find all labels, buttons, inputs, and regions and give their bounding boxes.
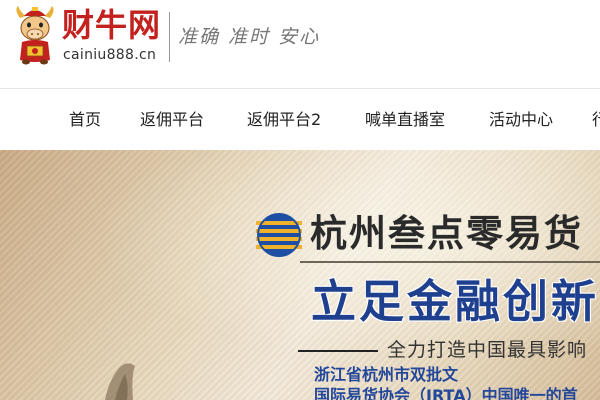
banner-desc-line-2: 国际易货协会（IRTA）中国唯一的首	[314, 386, 578, 400]
banner-desc-line-1: 浙江省杭州市双批文	[314, 365, 459, 384]
brand-url[interactable]: cainiu888.cn	[63, 47, 156, 63]
nav-item-live-room[interactable]: 喊单直播室	[365, 109, 445, 131]
bull-mascot-icon[interactable]	[12, 4, 58, 66]
promo-banner[interactable]: 杭州叁点零易货 立足金融创新 全力打造中国最具影响 浙江省杭州市双批文 国际易货…	[0, 150, 600, 400]
nav-item-rebate-platform-2[interactable]: 返佣平台2	[247, 109, 321, 131]
banner-subtitle: 全力打造中国最具影响	[387, 339, 588, 361]
company-name: 杭州叁点零易货	[310, 211, 583, 255]
nav-item-home[interactable]: 首页	[69, 109, 101, 131]
subtitle-rule	[298, 350, 378, 352]
striped-globe-logo-icon	[256, 213, 302, 257]
company-name-underline	[300, 261, 600, 263]
nav-item-more[interactable]: 行	[592, 109, 600, 131]
nav-item-rebate-platform[interactable]: 返佣平台	[140, 109, 204, 131]
nav-item-activity-center[interactable]: 活动中心	[489, 109, 553, 131]
brand-name[interactable]: 财牛网	[62, 8, 161, 42]
slogan: 准确 准时 安心	[178, 26, 321, 48]
sculpture-silhouette	[105, 363, 135, 400]
brand-divider	[169, 12, 170, 62]
site-header: 财牛网 cainiu888.cn 准确 准时 安心	[0, 0, 600, 88]
banner-headline: 立足金融创新	[311, 275, 600, 328]
main-nav: 首页 返佣平台 返佣平台2 喊单直播室 活动中心 行	[0, 89, 600, 149]
